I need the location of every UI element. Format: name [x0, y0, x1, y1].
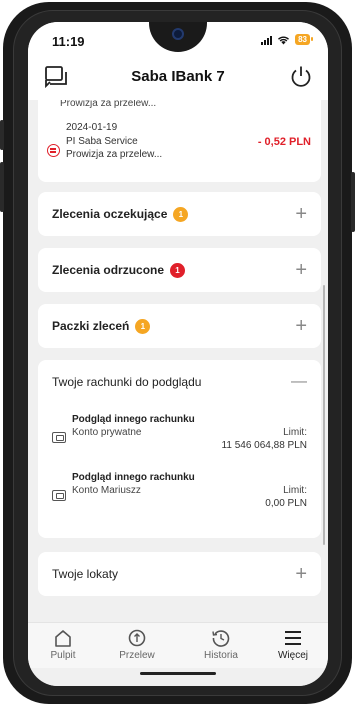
- transaction-desc: Prowizja za przelew...: [66, 149, 163, 160]
- app-bar: Saba IBank 7: [28, 56, 328, 100]
- app-screen: 11:19 83 Saba IBank 7 Prowizja za przele…: [28, 22, 328, 686]
- section-header: Zlecenia oczekujące 1: [52, 192, 189, 236]
- transaction-amount: - 0,52 PLN: [257, 136, 311, 148]
- nav-item-historia[interactable]: Historia: [186, 629, 256, 661]
- transaction-card: Prowizja za przelew... 2024-01-19 PI Sab…: [38, 100, 321, 182]
- phone-side-button: [0, 120, 4, 150]
- transaction-desc: Prowizja za przelew...: [60, 100, 157, 109]
- nav-label: Przelew: [119, 650, 155, 661]
- dashboard-content: Prowizja za przelew... 2024-01-19 PI Sab…: [28, 100, 328, 622]
- signal-icon: [261, 35, 273, 45]
- count-badge: 1: [173, 206, 189, 222]
- section-title: Twoje rachunki do podglądu: [52, 375, 202, 389]
- account-name: Konto prywatne: [72, 427, 142, 438]
- section-title: Twoje lokaty: [52, 567, 119, 581]
- menu-icon: [285, 631, 301, 645]
- section-header: Paczki zleceń 1: [52, 304, 151, 348]
- nav-label: Historia: [204, 650, 238, 661]
- wallet-icon: [52, 490, 66, 501]
- order-packages-section[interactable]: Paczki zleceń 1 +: [38, 304, 321, 348]
- history-icon: [212, 630, 230, 647]
- bottom-navigation: Pulpit Przelew Historia Więcej: [28, 622, 328, 668]
- collapse-minus-icon[interactable]: —: [291, 372, 307, 392]
- limit-label: Limit:: [283, 485, 307, 496]
- rejected-orders-section[interactable]: Zlecenia odrzucone 1 +: [38, 248, 321, 292]
- account-title: Podgląd innego rachunku: [72, 414, 195, 425]
- scrollbar[interactable]: [323, 285, 325, 545]
- watched-accounts-section: Twoje rachunki do podglądu — Podgląd inn…: [38, 360, 321, 538]
- nav-item-wiecej[interactable]: Więcej: [258, 629, 328, 661]
- expand-plus-icon[interactable]: +: [295, 316, 307, 336]
- limit-value: 0,00 PLN: [265, 498, 307, 509]
- status-icons: 83: [261, 34, 313, 45]
- account-preview-row[interactable]: Podgląd innego rachunku Konto Mariuszz L…: [38, 470, 321, 522]
- gesture-area: [28, 668, 328, 686]
- section-title: Paczki zleceń: [52, 319, 130, 333]
- account-title: Podgląd innego rachunku: [72, 472, 195, 483]
- section-header[interactable]: Twoje rachunki do podglądu: [52, 360, 201, 404]
- phone-volume-button: [0, 162, 4, 212]
- count-badge: 1: [170, 262, 186, 278]
- nav-item-pulpit[interactable]: Pulpit: [28, 629, 98, 661]
- section-title: Zlecenia odrzucone: [52, 263, 165, 277]
- camera-icon: [172, 28, 184, 40]
- status-time: 11:19: [52, 34, 85, 49]
- transfer-out-icon: [47, 144, 60, 157]
- limit-value: 11 546 064,88 PLN: [221, 440, 307, 451]
- count-badge: 1: [135, 318, 151, 334]
- section-header: Zlecenia odrzucone 1: [52, 248, 186, 292]
- expand-plus-icon[interactable]: +: [295, 204, 307, 224]
- pending-orders-section[interactable]: Zlecenia oczekujące 1 +: [38, 192, 321, 236]
- expand-plus-icon[interactable]: +: [295, 260, 307, 280]
- nav-item-przelew[interactable]: Przelew: [102, 629, 172, 661]
- app-title: Saba IBank 7: [131, 68, 225, 85]
- power-icon[interactable]: [288, 64, 314, 90]
- limit-label: Limit:: [283, 427, 307, 438]
- wifi-icon: [278, 36, 290, 44]
- section-title: Zlecenia oczekujące: [52, 207, 168, 221]
- expand-plus-icon[interactable]: +: [295, 564, 307, 584]
- nav-label: Pulpit: [50, 650, 76, 661]
- wallet-icon: [52, 432, 66, 443]
- deposits-section[interactable]: Twoje lokaty +: [38, 552, 321, 596]
- account-preview-row[interactable]: Podgląd innego rachunku Konto prywatne L…: [38, 412, 321, 464]
- nav-label: Więcej: [277, 650, 308, 661]
- phone-power-button: [351, 172, 355, 232]
- account-name: Konto Mariuszz: [72, 485, 141, 496]
- transaction-date: 2024-01-19: [66, 122, 118, 133]
- transfer-icon: [128, 629, 146, 647]
- home-indicator[interactable]: [140, 672, 216, 675]
- section-header: Twoje lokaty: [52, 552, 118, 596]
- transaction-name: PI Saba Service: [66, 136, 138, 147]
- home-icon: [55, 630, 71, 647]
- battery-icon: 83: [295, 34, 313, 45]
